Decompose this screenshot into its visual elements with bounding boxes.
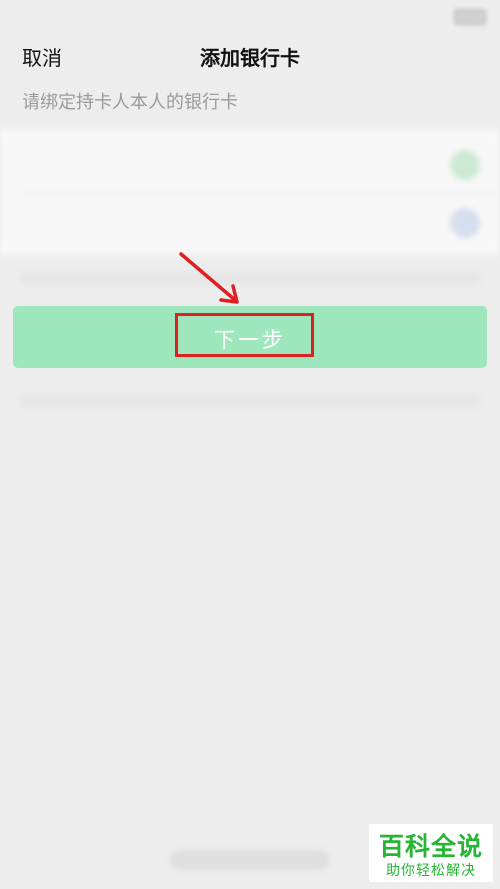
info-icon[interactable] [450, 150, 480, 180]
blurred-footer [170, 850, 330, 870]
blurred-link [20, 394, 480, 408]
card-form [0, 130, 500, 254]
battery-icon [454, 9, 486, 25]
cardholder-hint: 请绑定持卡人本人的银行卡 [22, 92, 238, 113]
form-divider [20, 192, 500, 193]
cardholder-row[interactable] [20, 150, 480, 180]
camera-icon[interactable] [450, 208, 480, 238]
page-title: 添加银行卡 [200, 46, 300, 70]
red-arrow-icon [179, 252, 239, 304]
card-number-row[interactable] [20, 208, 480, 238]
status-bar [0, 0, 500, 30]
blurred-note [20, 272, 480, 284]
nav-bar: 取消 添加银行卡 [0, 30, 500, 82]
watermark-logo: 百科全说 助你轻松解决 [369, 824, 493, 882]
watermark-main-text: 百科全说 [378, 832, 483, 861]
watermark-sub-text: 助你轻松解决 [386, 863, 476, 879]
highlight-box [175, 313, 314, 357]
